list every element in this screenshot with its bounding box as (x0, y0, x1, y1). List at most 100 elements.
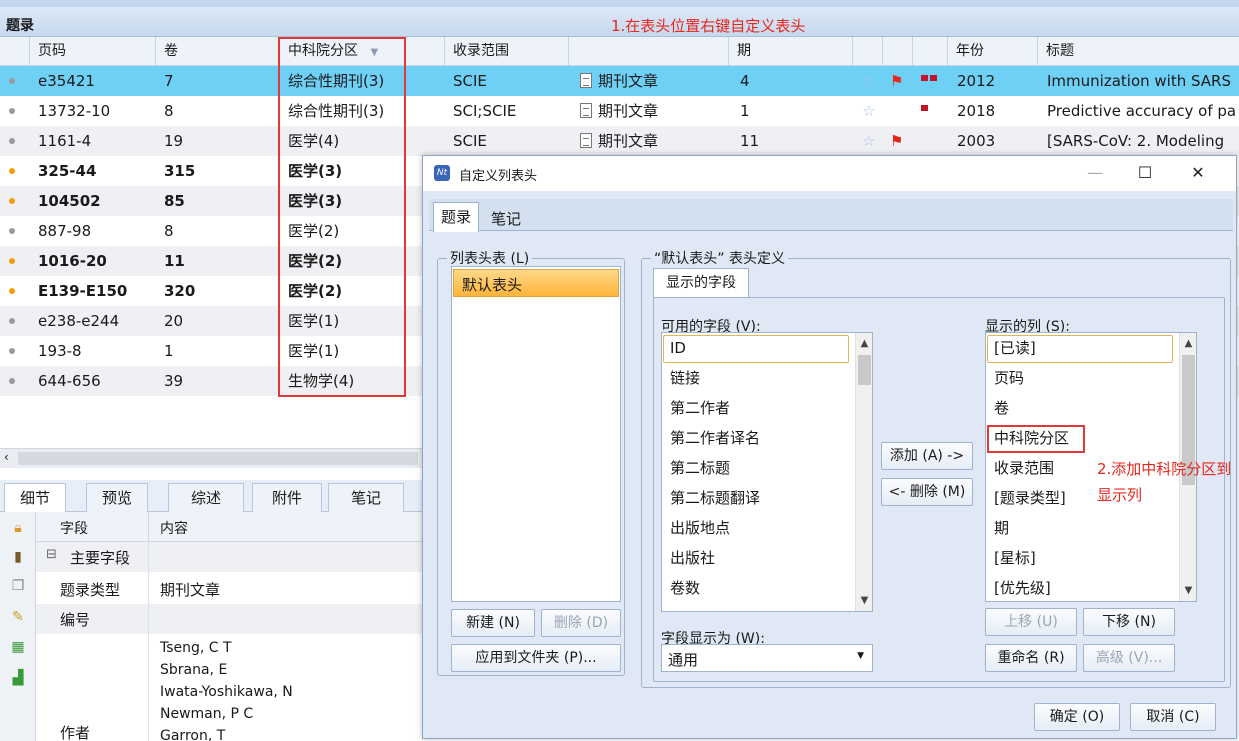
read-status-icon[interactable] (9, 378, 15, 384)
ok-button[interactable]: 确定 (O) (1034, 703, 1120, 731)
list-item[interactable]: [优先级] (994, 575, 1051, 601)
list-item[interactable]: 出版地点 (670, 515, 730, 541)
col-flag[interactable] (883, 37, 913, 66)
flag-icon[interactable]: ⚑ (890, 126, 910, 156)
table-row[interactable]: 1161-4 19 医学(4) SCIE 期刊文章 11 ☆ ⚑ 2003 [SARS-CoV: … (0, 126, 1239, 156)
tab-preview[interactable]: 预览 (86, 483, 148, 512)
maximize-icon[interactable]: ☐ (1125, 160, 1165, 186)
chart-icon[interactable]: ▟ (10, 670, 26, 686)
col-volume[interactable]: 卷 (156, 37, 280, 66)
scroll-thumb[interactable] (18, 452, 418, 465)
list-item[interactable]: 第二作者 (670, 395, 730, 421)
field-row-type[interactable]: 题录类型 期刊文章 (36, 572, 430, 604)
list-item[interactable]: [星标] (994, 545, 1036, 571)
tab-notes[interactable]: 笔记 (328, 483, 404, 512)
star-icon[interactable]: ☆ (862, 96, 882, 126)
read-status-icon[interactable] (9, 108, 15, 114)
close-icon[interactable]: ✕ (1178, 160, 1218, 186)
list-item[interactable]: 期 (994, 515, 1009, 541)
list-item[interactable]: 卷数 (670, 575, 700, 601)
advanced-button[interactable]: 高级 (V)... (1083, 644, 1175, 672)
rename-button[interactable]: 重命名 (R) (985, 644, 1077, 672)
star-icon[interactable]: ☆ (862, 126, 882, 156)
list-item[interactable]: 第二标题 (670, 455, 730, 481)
list-item[interactable]: 链接 (670, 365, 700, 391)
dialog-tabs (429, 199, 1233, 231)
priority-icon[interactable] (921, 91, 947, 121)
list-item[interactable]: 卷 (994, 395, 1009, 421)
available-fields-list[interactable]: ID 链接 第二作者 第二作者译名 第二标题 第二标题翻译 出版地点 出版社 卷数 ▲ ▼ (661, 332, 873, 612)
display-as-select[interactable]: 通用 ▼ (661, 644, 873, 672)
list-scrollbar[interactable]: ▲ ▼ (855, 333, 872, 611)
table-row[interactable]: e35421 7 综合性期刊(3) SCIE 期刊文章 4 ☆ ⚑ 2012 Immunizati… (0, 66, 1239, 96)
list-horizontal-scrollbar[interactable]: ‹ (0, 448, 430, 468)
column-header-row[interactable]: 页码 卷 中科院分区 ▼ 收录范围 期 年份 标题 (0, 37, 1239, 66)
minimize-icon[interactable]: — (1075, 160, 1115, 186)
read-status-icon[interactable] (9, 318, 15, 324)
read-status-icon[interactable] (9, 258, 15, 264)
cell-volume: 8 (164, 102, 174, 120)
delete-button[interactable]: 删除 (D) (541, 609, 621, 637)
priority-icon[interactable] (921, 61, 947, 91)
header-list-item[interactable]: 默认表头 (453, 269, 619, 297)
scroll-left-icon[interactable]: ‹ (4, 450, 9, 464)
dialog-tab-refs[interactable]: 题录 (433, 202, 479, 232)
dialog-titlebar[interactable]: Nt 自定义列表头 — ☐ ✕ (423, 156, 1236, 191)
col-issue[interactable]: 期 (729, 37, 853, 66)
remove-button[interactable]: <- 删除 (M) (881, 478, 973, 506)
list-item[interactable]: [题录类型] (994, 485, 1066, 511)
collapse-icon[interactable]: ⊟ (46, 547, 57, 562)
cell-page: 325-44 (38, 162, 97, 180)
list-item[interactable]: 出版社 (670, 545, 715, 571)
col-read[interactable] (0, 37, 30, 66)
read-status-icon[interactable] (9, 288, 15, 294)
tab-shown-fields[interactable]: 显示的字段 (653, 268, 749, 298)
list-item[interactable]: 收录范围 (994, 455, 1054, 481)
header-list[interactable]: 默认表头 (451, 266, 621, 602)
read-status-icon[interactable] (9, 168, 15, 174)
move-down-button[interactable]: 下移 (N) (1083, 608, 1175, 636)
group-main-fields[interactable]: ⊟ 主要字段 (36, 542, 430, 572)
tab-attachments[interactable]: 附件 (252, 483, 322, 512)
scroll-down-icon[interactable]: ▼ (1180, 582, 1196, 599)
tab-details[interactable]: 细节 (4, 483, 66, 512)
list-item[interactable]: 第二作者译名 (670, 425, 760, 451)
flag-icon[interactable]: ⚑ (890, 66, 910, 96)
annotation-step2: 2.添加中科院分区到显示列 (1097, 460, 1232, 504)
table-row[interactable]: 13732-10 8 综合性期刊(3) SCI;SCIE 期刊文章 1 ☆ 2018 Predi… (0, 96, 1239, 126)
list-item[interactable]: [已读] (994, 335, 1036, 361)
grid-icon[interactable]: ▦ (10, 639, 26, 655)
col-indexed[interactable]: 收录范围 (445, 37, 569, 66)
col-title[interactable]: 标题 (1038, 37, 1239, 66)
scroll-down-icon[interactable]: ▼ (856, 592, 872, 609)
read-status-icon[interactable] (9, 228, 15, 234)
new-button[interactable]: 新建 (N) (451, 609, 535, 637)
read-status-icon[interactable] (9, 348, 15, 354)
list-item[interactable]: 第二标题翻译 (670, 485, 760, 511)
col-type[interactable] (569, 37, 729, 66)
list-item[interactable]: 页码 (994, 365, 1024, 391)
apply-to-folder-button[interactable]: 应用到文件夹 (P)... (451, 644, 621, 672)
col-star[interactable] (853, 37, 883, 66)
read-status-icon[interactable] (9, 198, 15, 204)
col-year[interactable]: 年份 (948, 37, 1038, 66)
brush-icon[interactable]: ✎ (10, 609, 26, 625)
read-status-icon[interactable] (9, 138, 15, 144)
star-icon[interactable]: ☆ (862, 66, 882, 96)
field-row-author[interactable]: 作者 Tseng, C T Sbrana, E Iwata-Yoshikawa,… (36, 634, 430, 741)
tab-summary[interactable]: 综述 (168, 483, 244, 512)
book-icon[interactable]: ▮ (10, 549, 26, 565)
scroll-up-icon[interactable]: ▲ (1180, 335, 1196, 352)
read-status-icon[interactable] (9, 78, 15, 84)
cancel-button[interactable]: 取消 (C) (1130, 703, 1216, 731)
move-up-button[interactable]: 上移 (U) (985, 608, 1077, 636)
list-item[interactable]: ID (670, 335, 686, 361)
lock-icon[interactable]: 🔒︎ (10, 520, 26, 536)
add-button[interactable]: 添加 (A) -> (881, 442, 973, 470)
col-page[interactable]: 页码 (30, 37, 156, 66)
scroll-up-icon[interactable]: ▲ (856, 335, 872, 352)
field-row-number[interactable]: 编号 (36, 604, 430, 634)
dialog-tab-notes[interactable]: 笔记 (483, 206, 529, 232)
list-item[interactable]: 中科院分区 (994, 425, 1069, 451)
copy-icon[interactable]: ❐ (10, 578, 26, 594)
